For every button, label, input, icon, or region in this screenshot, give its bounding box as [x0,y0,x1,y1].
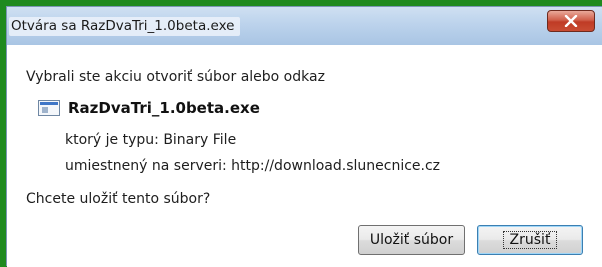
executable-file-icon [38,100,60,116]
server-row: umiestnený na serveri: http://download.s… [65,158,440,174]
file-type-row: ktorý je typu: Binary File [65,132,236,148]
save-file-button[interactable]: Uložiť súbor [358,225,465,255]
window-title: Otvára sa RazDvaTri_1.0beta.exe [9,17,241,36]
cancel-label: Zrušiť [502,231,558,249]
close-icon [564,15,578,27]
save-question: Chcete uložiť tento súbor? [26,191,211,207]
title-bar[interactable]: Otvára sa RazDvaTri_1.0beta.exe [7,7,602,45]
file-name: RazDvaTri_1.0beta.exe [68,99,260,117]
server-label: umiestnený na serveri: [65,158,227,174]
file-type-value: Binary File [163,132,237,148]
close-button[interactable] [547,10,595,32]
download-dialog: Otvára sa RazDvaTri_1.0beta.exe Vybrali … [6,6,602,267]
server-value: http://download.slunecnice.cz [231,158,441,174]
save-file-label: Uložiť súbor [369,232,454,248]
cancel-button[interactable]: Zrušiť [477,225,583,255]
dialog-heading: Vybrali ste akciu otvoriť súbor alebo od… [26,69,325,85]
dialog-content: Vybrali ste akciu otvoriť súbor alebo od… [7,45,602,267]
file-row: RazDvaTri_1.0beta.exe [38,98,260,118]
file-type-label: ktorý je typu: [65,132,159,148]
